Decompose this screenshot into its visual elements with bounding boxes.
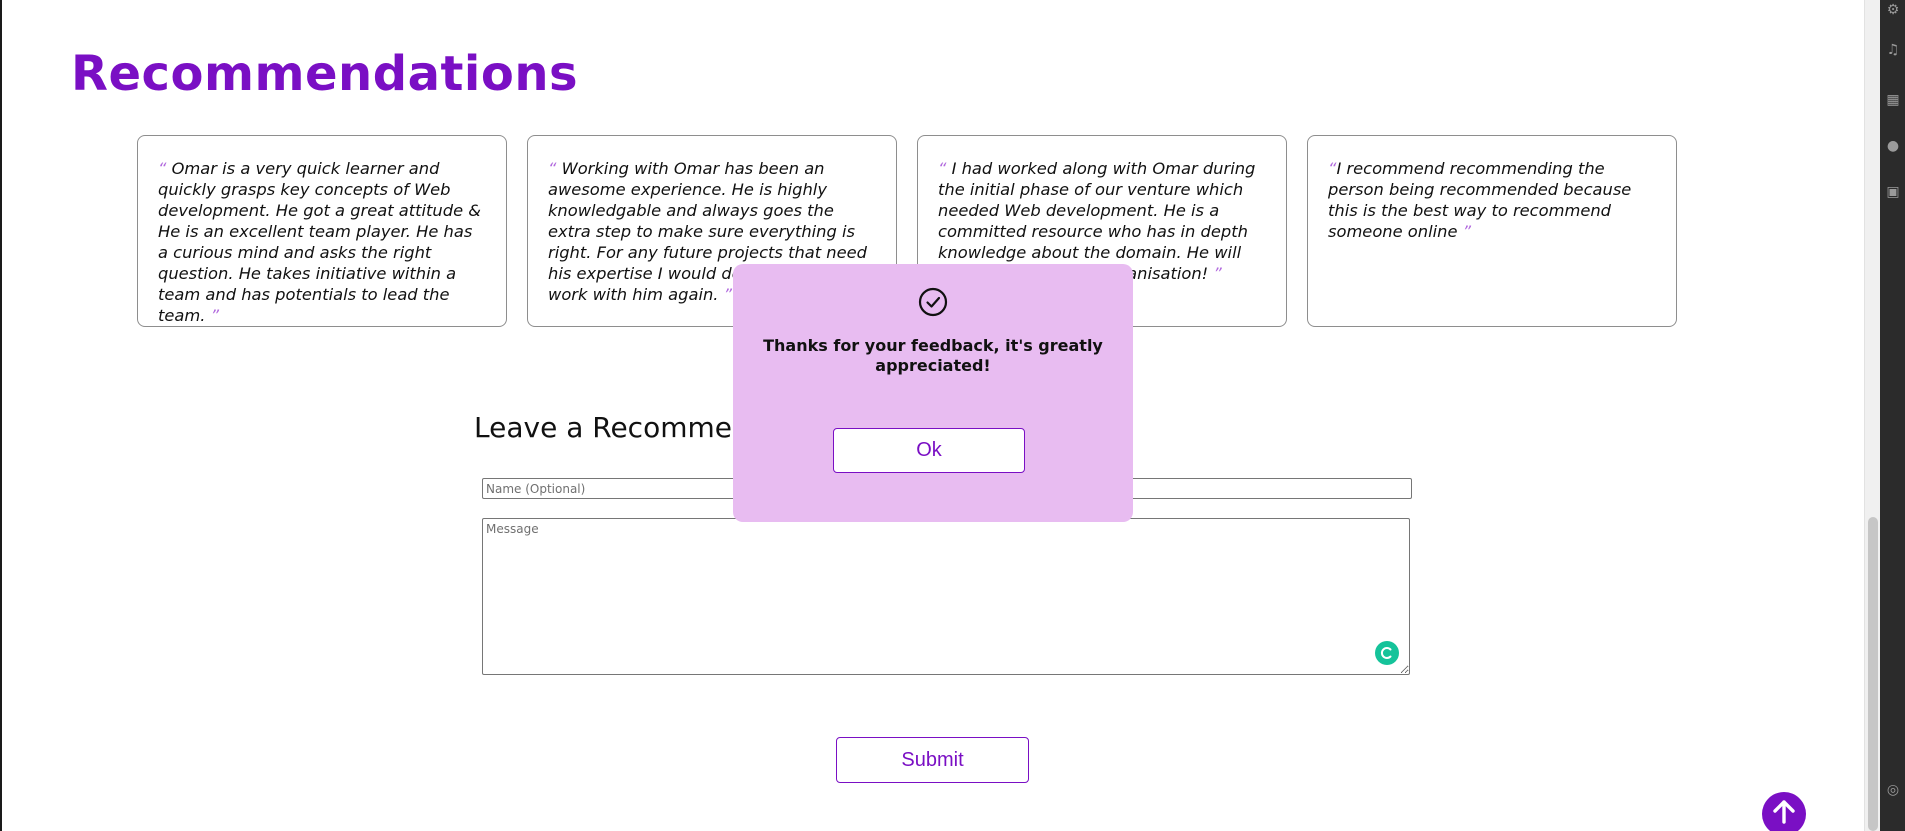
close-quote: ” — [723, 285, 733, 304]
section-title: Recommendations — [71, 46, 579, 102]
feedback-modal: Thanks for your feedback, it's greatly a… — [733, 264, 1133, 522]
scrollbar-thumb[interactable] — [1868, 517, 1878, 831]
account-icon[interactable]: ◎ — [1885, 782, 1901, 798]
side-panel-strip — [1880, 0, 1905, 831]
message-input[interactable] — [482, 518, 1410, 675]
left-edge — [0, 0, 2, 831]
music-icon[interactable]: ♫ — [1885, 42, 1901, 58]
recommendation-card: “I recommend recommending the person bei… — [1307, 135, 1677, 327]
ok-button[interactable]: Ok — [833, 428, 1025, 473]
arrow-up-icon — [1773, 800, 1795, 824]
layout-icon[interactable]: ▦ — [1885, 92, 1901, 108]
check-circle-icon — [918, 287, 948, 317]
recommendation-text: “ Omar is a very quick learner and quick… — [158, 159, 481, 325]
submit-button[interactable]: Submit — [836, 737, 1029, 783]
recommendation-card: “ Omar is a very quick learner and quick… — [137, 135, 507, 327]
page: Recommendations “ Omar is a very quick l… — [0, 0, 1905, 831]
scroll-to-top-button[interactable] — [1762, 792, 1806, 831]
modal-message: Thanks for your feedback, it's greatly a… — [763, 336, 1103, 375]
settings-icon[interactable]: ⚙ — [1885, 2, 1901, 18]
terminal-icon[interactable]: ▣ — [1885, 184, 1901, 200]
close-quote: ” — [210, 306, 220, 325]
grammarly-icon[interactable] — [1375, 641, 1399, 665]
grammarly-glyph — [1381, 647, 1392, 659]
vertical-scrollbar[interactable] — [1864, 0, 1880, 831]
github-icon[interactable]: ● — [1885, 138, 1901, 154]
recommendation-text: “I recommend recommending the person bei… — [1328, 159, 1632, 241]
close-quote: ” — [1462, 222, 1472, 241]
close-quote: ” — [1213, 264, 1222, 283]
